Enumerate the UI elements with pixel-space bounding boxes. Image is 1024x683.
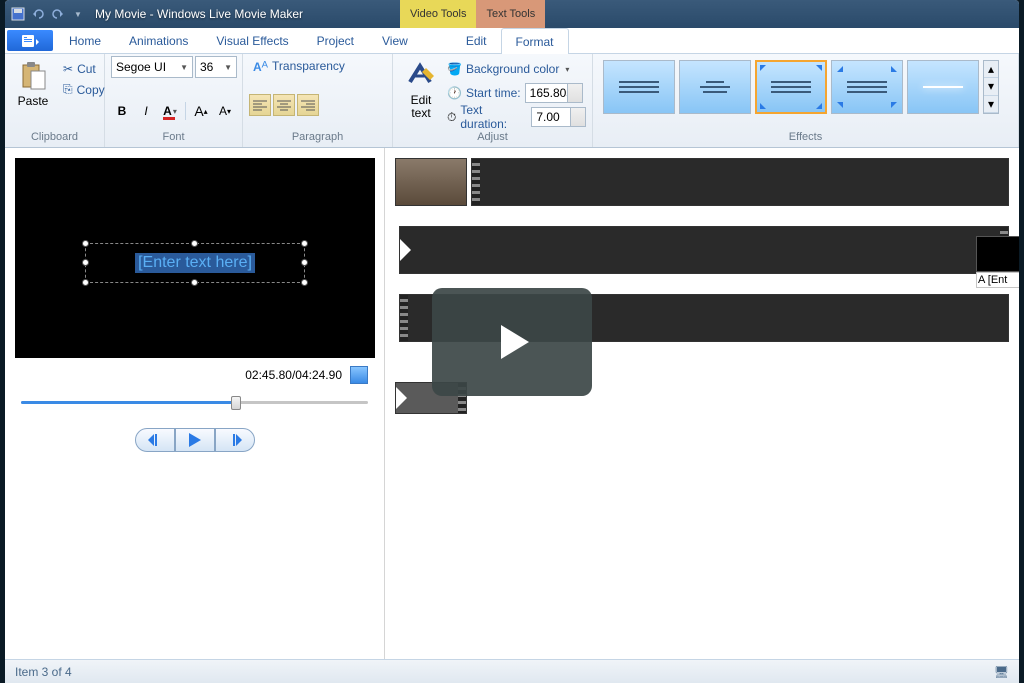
effects-gallery: ▴▾▾	[599, 56, 1003, 118]
tab-animations[interactable]: Animations	[115, 28, 202, 53]
tab-project[interactable]: Project	[303, 28, 368, 53]
align-right-button[interactable]	[297, 94, 319, 116]
cut-button[interactable]: ✂Cut	[59, 60, 109, 78]
group-effects-label: Effects	[599, 129, 1012, 145]
preview-monitor[interactable]: [Enter text here]	[15, 158, 375, 358]
font-color-button[interactable]: A▾	[159, 100, 181, 122]
paste-label: Paste	[18, 94, 49, 108]
font-family-combo[interactable]: Segoe UI▼	[111, 56, 193, 78]
prev-frame-button[interactable]	[135, 428, 175, 452]
text-clip[interactable]: A [Ent	[976, 236, 1019, 288]
file-menu-button[interactable]	[7, 30, 53, 51]
time-display: 02:45.80/04:24.90	[245, 368, 342, 382]
tab-format[interactable]: Format	[501, 28, 569, 54]
transparency-button[interactable]: AᴬTransparency	[249, 56, 349, 76]
contextual-tab-video[interactable]: Video Tools	[400, 0, 476, 28]
text-placeholder[interactable]: [Enter text here]	[135, 253, 255, 273]
italic-button[interactable]: I	[135, 100, 157, 122]
timeline-pane[interactable]: A [Ent	[385, 148, 1019, 659]
status-icon[interactable]: 🖥	[994, 665, 1009, 679]
clip-1[interactable]	[395, 158, 467, 206]
tab-view[interactable]: View	[368, 28, 422, 53]
qat-undo-icon[interactable]	[29, 5, 47, 23]
contextual-tab-text[interactable]: Text Tools	[476, 0, 545, 28]
fullscreen-button[interactable]	[350, 366, 368, 384]
copy-icon: ⎘	[63, 82, 73, 97]
qat-save-icon[interactable]	[9, 5, 27, 23]
scissors-icon: ✂	[63, 62, 73, 76]
edit-text-label: Edittext	[411, 94, 432, 120]
duration-label: Text duration:	[460, 103, 527, 131]
clip-2[interactable]	[471, 158, 1009, 206]
edit-text-icon	[405, 60, 437, 92]
clip-3[interactable]	[399, 226, 1009, 274]
effect-zoom-out[interactable]	[831, 60, 903, 114]
text-edit-box[interactable]: [Enter text here]	[85, 243, 305, 283]
align-left-button[interactable]	[249, 94, 271, 116]
bucket-icon: 🪣	[447, 62, 462, 76]
effect-flare[interactable]	[907, 60, 979, 114]
effect-scroll[interactable]	[679, 60, 751, 114]
duration-input[interactable]: 7.00	[531, 107, 586, 127]
seek-slider[interactable]	[21, 392, 368, 412]
window-title: My Movie - Windows Live Movie Maker	[95, 7, 303, 21]
preview-pane: [Enter text here] 02:45.80/04:24.90	[5, 148, 385, 659]
ribbon: Paste ✂Cut ⎘Copy Clipboard Segoe UI▼ 36▼…	[5, 54, 1019, 148]
qat-more-icon[interactable]: ▼	[69, 5, 87, 23]
effects-gallery-more[interactable]: ▴▾▾	[983, 60, 999, 114]
next-frame-button[interactable]	[215, 428, 255, 452]
grow-font-button[interactable]: A▴	[190, 100, 212, 122]
bold-button[interactable]: B	[111, 100, 133, 122]
status-item-count: Item 3 of 4	[15, 665, 72, 679]
shrink-font-button[interactable]: A▾	[214, 100, 236, 122]
group-paragraph-label: Paragraph	[249, 129, 386, 145]
effect-zoom-in[interactable]	[755, 60, 827, 114]
align-center-button[interactable]	[273, 94, 295, 116]
effect-none[interactable]	[603, 60, 675, 114]
tab-edit[interactable]: Edit	[452, 28, 501, 53]
titlebar: ▼ My Movie - Windows Live Movie Maker Vi…	[5, 0, 1019, 28]
transparency-icon: Aᴬ	[253, 58, 268, 74]
video-play-overlay[interactable]	[432, 288, 592, 396]
paste-button[interactable]: Paste	[11, 56, 55, 112]
play-button[interactable]	[175, 428, 215, 452]
background-color-button[interactable]: 🪣Background color▾	[447, 58, 586, 80]
group-clipboard-label: Clipboard	[11, 129, 98, 145]
statusbar: Item 3 of 4 🖥	[5, 659, 1019, 683]
ribbon-tabs: Home Animations Visual Effects Project V…	[5, 28, 1019, 54]
group-adjust-label: Adjust	[399, 129, 586, 145]
tab-visual-effects[interactable]: Visual Effects	[202, 28, 302, 53]
group-font-label: Font	[111, 129, 236, 145]
clock-icon: 🕐	[447, 86, 462, 100]
copy-button[interactable]: ⎘Copy	[59, 80, 109, 99]
paste-icon	[17, 60, 49, 92]
duration-icon: ⏱	[447, 110, 456, 125]
start-time-input[interactable]: 165.80s	[525, 83, 583, 103]
start-time-label: Start time:	[466, 86, 521, 100]
qat-redo-icon[interactable]	[49, 5, 67, 23]
tab-home[interactable]: Home	[55, 28, 115, 53]
font-size-combo[interactable]: 36▼	[195, 56, 237, 78]
edit-text-button[interactable]: Edittext	[399, 56, 443, 124]
